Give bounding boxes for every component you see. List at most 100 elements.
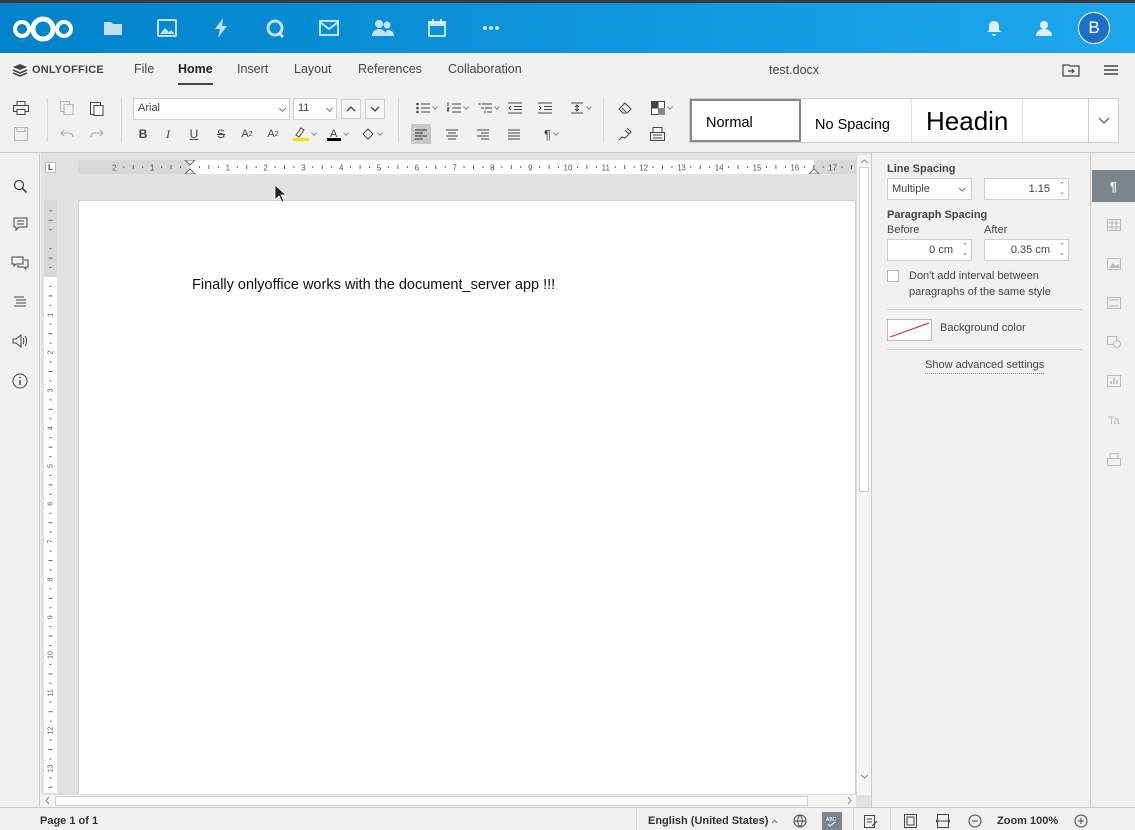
increase-font-button[interactable] [341,99,361,119]
spacing-before-field[interactable]: 0 cm ⌃ ⌄ [887,239,972,261]
copy-icon[interactable] [57,98,77,118]
fit-width-icon[interactable] [935,813,951,829]
fit-page-icon[interactable] [902,813,918,829]
no-interval-checkbox[interactable] [887,270,899,282]
clear-style-button[interactable] [615,98,635,118]
font-name-combo[interactable]: Arial [133,98,290,120]
multilevel-button[interactable] [474,98,502,118]
bullets-button[interactable] [412,98,440,118]
tab-file[interactable]: File [134,60,154,83]
shape-settings-icon[interactable] [1092,326,1135,358]
vertical-ruler[interactable]: 1 2 3 4 5 6 7 8 9 10 11 12 13 [44,200,57,793]
copy-style-button[interactable] [615,124,635,144]
spinner-icon[interactable]: ⌃ ⌄ [1059,243,1065,257]
align-center-button[interactable] [442,124,462,144]
tab-home[interactable]: Home [178,60,213,85]
more-apps-icon[interactable] [479,16,503,40]
style-no-spacing[interactable]: No Spacing [801,99,912,142]
scroll-up-icon[interactable] [858,157,871,166]
highlight-color-button[interactable] [290,124,318,144]
print-icon[interactable] [11,98,31,118]
align-left-button[interactable] [411,124,431,144]
page-info[interactable]: Page 1 of 1 [40,815,98,827]
underline-button[interactable]: U [184,124,204,144]
paste-icon[interactable] [87,98,107,118]
mail-icon[interactable] [317,16,341,40]
superscript-button[interactable]: A2 [237,124,257,144]
scroll-down-icon[interactable] [858,772,871,781]
undo-icon[interactable] [57,124,77,144]
mail-merge-settings-icon[interactable] [1092,443,1135,475]
header-footer-settings-icon[interactable] [1092,287,1135,319]
user-avatar[interactable]: B [1078,12,1110,44]
italic-button[interactable]: I [158,124,178,144]
nextcloud-logo[interactable] [12,15,74,43]
styles-more-button[interactable] [1088,99,1118,142]
tab-insert[interactable]: Insert [237,60,268,83]
scroll-right-icon[interactable] [845,795,854,806]
files-icon[interactable] [101,16,125,40]
line-spacing-button[interactable] [566,98,594,118]
contacts-menu-icon[interactable] [1032,16,1056,40]
open-file-location-icon[interactable] [1062,63,1080,77]
vertical-scroll-thumb[interactable] [859,167,869,492]
chat-icon[interactable] [10,253,30,273]
save-icon[interactable] [11,124,31,144]
track-changes-icon[interactable] [863,813,879,829]
horizontal-scrollbar[interactable] [41,794,856,807]
style-empty[interactable] [1023,99,1089,142]
about-icon[interactable] [10,371,30,391]
shading-button[interactable] [357,124,385,144]
background-color-picker[interactable] [887,319,932,341]
style-normal[interactable]: Normal [690,99,801,142]
text-art-settings-icon[interactable]: Ta [1092,404,1135,436]
calendar-icon[interactable] [425,16,449,40]
subscript-button[interactable]: A2 [263,124,283,144]
tab-stop-selector[interactable]: L [45,162,56,173]
document-paragraph[interactable]: Finally onlyoffice works with the docume… [192,277,555,293]
decrease-font-button[interactable] [365,99,385,119]
strikethrough-button[interactable]: S [211,124,231,144]
tab-collaboration[interactable]: Collaboration [448,60,522,83]
line-spacing-value-field[interactable]: 1.15 ⌃ ⌄ [984,178,1069,200]
language-selector[interactable]: English (United States) [648,815,778,827]
color-scheme-button[interactable] [647,98,675,118]
line-spacing-type-select[interactable]: Multiple [887,178,972,200]
spell-check-icon[interactable]: ABC [822,812,842,830]
show-advanced-settings-link[interactable]: Show advanced settings [925,359,1045,374]
paragraph-settings-icon[interactable]: ¶ [1092,170,1135,202]
vertical-scrollbar[interactable] [856,155,871,795]
font-size-combo[interactable]: 11 [293,98,337,120]
spacing-after-field[interactable]: 0.35 cm ⌃ ⌄ [984,239,1069,261]
mail-merge-button[interactable] [647,124,667,144]
document-page[interactable]: Finally onlyoffice works with the docume… [78,200,856,795]
activity-icon[interactable] [209,16,233,40]
zoom-in-icon[interactable] [1073,813,1089,829]
photos-icon[interactable] [155,16,179,40]
align-right-button[interactable] [473,124,493,144]
chart-settings-icon[interactable] [1092,365,1135,397]
increase-indent-button[interactable] [535,98,555,118]
notifications-icon[interactable] [982,16,1006,40]
numbering-button[interactable] [443,98,471,118]
style-heading[interactable]: Headin [912,99,1023,142]
spinner-icon[interactable]: ⌃ ⌄ [1059,182,1065,196]
tab-layout[interactable]: Layout [294,60,332,83]
search-icon[interactable] [10,176,30,196]
horizontal-scroll-thumb[interactable] [55,796,808,806]
hamburger-menu-icon[interactable] [1102,63,1120,77]
redo-icon[interactable] [87,124,107,144]
contacts-icon[interactable] [371,16,395,40]
spinner-icon[interactable]: ⌃ ⌄ [962,243,968,257]
left-indent-marker[interactable] [184,168,196,174]
zoom-out-icon[interactable] [967,813,983,829]
comments-icon[interactable] [10,214,30,234]
feedback-icon[interactable] [10,331,30,351]
right-indent-marker[interactable] [808,168,820,174]
bold-button[interactable]: B [133,124,153,144]
nonprinting-chars-button[interactable]: ¶ [537,124,565,144]
decrease-indent-button[interactable] [505,98,525,118]
tab-references[interactable]: References [358,60,422,83]
talk-icon[interactable] [263,16,287,40]
horizontal-ruler[interactable]: 2 1 1 2 3 4 5 6 7 8 9 10 11 12 13 14 15 16 17 [78,160,856,174]
